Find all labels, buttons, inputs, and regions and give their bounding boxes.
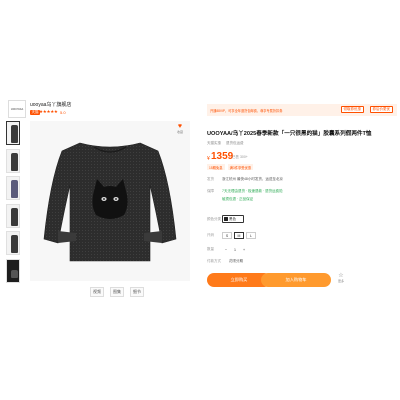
store-header: UOOYAA uooyaa乌丫旗舰店 天猫 ★★★★★ 5.0 [8, 100, 198, 120]
image-actions: 视频 图集 细节 [90, 287, 144, 297]
size-options: S M L [222, 232, 256, 239]
qty-value[interactable]: 1 [231, 246, 239, 252]
product-title: UOOYAA/乌丫2025春季新款「一只很黑的猫」胶囊系列假两件T恤 [207, 131, 372, 137]
payment-value[interactable]: 花呗分期 [229, 259, 243, 264]
shipping-value: 浙江杭州 最快48小时发货，运送至北京 [222, 177, 283, 181]
payment-label: 付款方式 [207, 259, 221, 263]
currency-symbol: ¥ [207, 156, 210, 162]
product-tag: 退货包运费 [226, 141, 244, 145]
color-swatch [224, 217, 228, 221]
more-label: 更多 [337, 279, 344, 283]
main-product-image[interactable] [30, 121, 190, 281]
more-button[interactable]: ☆ 更多 [336, 273, 346, 283]
store-rating-stars: ★★★★★ [39, 109, 58, 114]
thumbnail[interactable] [6, 148, 20, 173]
size-label: 尺码 [207, 233, 214, 237]
heart-icon: ♥ [177, 123, 183, 130]
color-label: 颜色分类 [207, 217, 221, 221]
store-rating-value: 5.0 [60, 109, 66, 115]
thumbnail[interactable] [6, 231, 20, 255]
promo-coupon-button[interactable]: 领取券优惠 [341, 106, 364, 113]
image-action-detail[interactable]: 细节 [130, 287, 144, 297]
service-more[interactable]: 破损包退 · 正品保证 [222, 197, 253, 202]
service-value[interactable]: 7天无理由退货 · 极速退款 · 退货运费险 [222, 189, 283, 194]
service-label: 保障 [207, 189, 214, 193]
thumbnail[interactable] [6, 203, 20, 228]
size-option-l[interactable]: L [246, 232, 256, 239]
color-option-label: 黑色 [229, 216, 236, 221]
color-option-black[interactable]: 黑色 [222, 215, 244, 223]
image-action-gallery[interactable]: 图集 [110, 287, 124, 297]
sold-count: 已售 300+ [232, 155, 248, 159]
promo-price-button[interactable]: 券后价更优 [370, 106, 393, 113]
store-name[interactable]: uooyaa乌丫旗舰店 [30, 101, 71, 108]
favorite-button[interactable]: ♥ 收藏 [174, 123, 186, 137]
qty-plus-button[interactable]: + [240, 246, 248, 252]
thumbnail[interactable] [6, 176, 20, 200]
image-action-video[interactable]: 视频 [90, 287, 104, 297]
thumbnail[interactable] [6, 121, 20, 145]
quantity-stepper: − 1 + [222, 246, 248, 252]
product-tag: 天猫实惠 [207, 141, 221, 145]
qty-minus-button[interactable]: − [222, 246, 230, 252]
tshirt-image [43, 142, 177, 262]
product-tags: 天猫实惠 退货包运费 [207, 141, 244, 146]
shipping-label: 发货 [207, 177, 214, 181]
ribbon-discount[interactable]: 满3件享受优惠 [227, 164, 254, 170]
size-option-s[interactable]: S [222, 232, 232, 239]
promo-text: 开通88VIP，可享全年退货包邮费，尊享专属折扣券 [210, 108, 283, 113]
thumbnail[interactable] [6, 258, 20, 283]
qty-label: 数量 [207, 247, 214, 251]
promo-ribbons: 15期免息 满3件享受优惠 [207, 164, 254, 170]
price-value: 1359 [211, 151, 234, 162]
size-option-m[interactable]: M [234, 232, 244, 239]
promo-banner: 开通88VIP，可享全年退货包邮费，尊享专属折扣券 领取券优惠 券后价更优 [207, 104, 397, 116]
ribbon-installment[interactable]: 15期免息 [207, 164, 225, 170]
add-to-cart-button[interactable]: 加入购物车 [261, 273, 331, 287]
thumbnail-list [6, 121, 22, 286]
store-logo[interactable]: UOOYAA [8, 100, 26, 118]
favorite-label: 收藏 [176, 130, 183, 134]
